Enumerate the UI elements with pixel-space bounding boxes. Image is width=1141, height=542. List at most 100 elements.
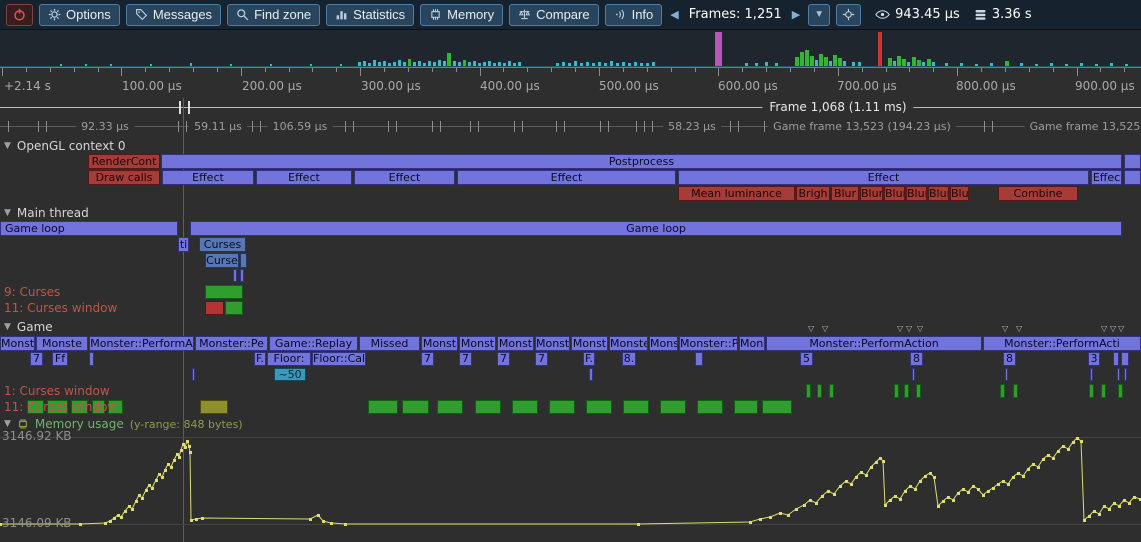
frame-separator-label[interactable]: Game frame 13,523 (194.23 µs) bbox=[768, 120, 956, 133]
lock-bar[interactable] bbox=[916, 384, 921, 398]
info-button[interactable]: Info bbox=[605, 4, 663, 26]
frame-separator-label[interactable]: 58.23 µs bbox=[663, 120, 721, 133]
zone-combine[interactable]: Combine bbox=[998, 186, 1078, 201]
zone-monster-performacti[interactable]: Monster::PerformActi bbox=[983, 336, 1141, 351]
lock-bar[interactable] bbox=[549, 400, 575, 414]
frame-separator-label[interactable]: 106.59 µs bbox=[268, 120, 333, 133]
zone-monster-performaction[interactable]: Monster::PerformAction bbox=[766, 336, 982, 351]
goto-frame-button[interactable] bbox=[836, 4, 861, 26]
message-marker-icon[interactable]: ▽ bbox=[897, 325, 903, 333]
lock-label-11-curses-window[interactable]: 11: Curses window bbox=[4, 400, 117, 414]
zone[interactable] bbox=[1117, 368, 1120, 381]
collapse-triangle-icon[interactable]: ▼ bbox=[4, 139, 11, 153]
zone-curses[interactable]: Curses bbox=[199, 237, 246, 252]
lock-bar[interactable] bbox=[1118, 384, 1123, 398]
zone[interactable] bbox=[1113, 352, 1119, 366]
zone[interactable] bbox=[89, 352, 94, 366]
zone-monst[interactable]: Monst bbox=[571, 336, 608, 351]
zone-7[interactable]: 7 bbox=[535, 352, 548, 366]
zone-effect[interactable]: Effect bbox=[678, 170, 1089, 185]
message-marker-icon[interactable]: ▽ bbox=[822, 325, 828, 333]
section-header-main-thread[interactable]: ▼Main thread bbox=[4, 206, 89, 220]
lock-bar[interactable] bbox=[586, 400, 612, 414]
zone-8[interactable]: 8 bbox=[910, 352, 923, 366]
zone-8[interactable]: 8. bbox=[622, 352, 636, 366]
zone-effec[interactable]: Effec bbox=[1091, 170, 1122, 185]
zone[interactable] bbox=[912, 368, 915, 381]
zone-blur[interactable]: Blur bbox=[950, 186, 969, 201]
frame-label[interactable]: Frame 1,068 (1.11 ms) bbox=[762, 100, 913, 114]
zone[interactable] bbox=[1124, 368, 1127, 381]
zone[interactable] bbox=[240, 269, 244, 282]
time-ruler[interactable]: +2.14 s100.00 µs200.00 µs300.00 µs400.00… bbox=[0, 67, 1141, 97]
zone-effect[interactable]: Effect bbox=[256, 170, 352, 185]
lock-bar[interactable] bbox=[762, 400, 792, 414]
zone-8[interactable]: 8 bbox=[1003, 352, 1016, 366]
frame-separator-label[interactable]: 92.33 µs bbox=[76, 120, 134, 133]
zone[interactable] bbox=[589, 368, 593, 381]
zone-f[interactable]: F. bbox=[254, 352, 266, 366]
section-header-game[interactable]: ▼Game bbox=[4, 320, 53, 334]
zone-effect[interactable]: Effect bbox=[162, 170, 254, 185]
message-marker-icon[interactable]: ▽ bbox=[1101, 325, 1107, 333]
lock-bar[interactable] bbox=[475, 400, 501, 414]
memory-button[interactable]: Memory bbox=[420, 4, 503, 26]
zone-game-loop[interactable]: Game loop bbox=[190, 221, 1122, 236]
message-marker-icon[interactable]: ▽ bbox=[1110, 325, 1116, 333]
zone-f[interactable]: F. bbox=[583, 352, 595, 366]
frame-dropdown-button[interactable]: ▼ bbox=[808, 4, 830, 26]
lock-bar[interactable] bbox=[894, 384, 899, 398]
lock-bar[interactable] bbox=[660, 400, 686, 414]
lock-bar[interactable] bbox=[205, 285, 243, 299]
zone-ti[interactable]: ti bbox=[178, 237, 189, 252]
lock-bar[interactable] bbox=[829, 384, 834, 398]
zone-monster-pe[interactable]: Monster::Pe bbox=[195, 336, 268, 351]
zone-effect[interactable]: Effect bbox=[354, 170, 455, 185]
zone[interactable] bbox=[240, 253, 247, 268]
zone[interactable] bbox=[1124, 154, 1141, 169]
zone[interactable] bbox=[233, 269, 237, 282]
lock-bar[interactable] bbox=[734, 400, 758, 414]
lock-bar[interactable] bbox=[623, 400, 649, 414]
message-marker-icon[interactable]: ▽ bbox=[808, 325, 814, 333]
lock-bar[interactable] bbox=[437, 400, 463, 414]
message-marker-icon[interactable]: ▽ bbox=[1002, 325, 1008, 333]
zone-mons[interactable]: Mons bbox=[649, 336, 678, 351]
messages-button[interactable]: Messages bbox=[126, 4, 221, 26]
zone-postprocess[interactable]: Postprocess bbox=[161, 154, 1122, 169]
zone-effect[interactable]: Effect bbox=[457, 170, 676, 185]
zone-blur[interactable]: Blur bbox=[906, 186, 927, 201]
lock-bar[interactable] bbox=[225, 301, 243, 315]
message-marker-icon[interactable]: ▽ bbox=[1118, 325, 1124, 333]
zone-missed[interactable]: Missed bbox=[359, 336, 420, 351]
zone-floor[interactable]: Floor: bbox=[267, 352, 311, 366]
collapse-triangle-icon[interactable]: ▼ bbox=[4, 320, 11, 334]
zone-game-loop[interactable]: Game loop bbox=[0, 221, 178, 236]
lock-bar[interactable] bbox=[200, 400, 228, 414]
zone-monste[interactable]: Monste bbox=[36, 336, 88, 351]
zone-monst[interactable]: Monst bbox=[497, 336, 534, 351]
zone-monste[interactable]: Monste bbox=[0, 336, 35, 351]
zone[interactable] bbox=[1124, 170, 1141, 185]
zone-monste[interactable]: Monste bbox=[609, 336, 648, 351]
zone[interactable] bbox=[695, 352, 703, 366]
zone-7[interactable]: 7 bbox=[30, 352, 43, 366]
zone-monst[interactable]: Monst bbox=[535, 336, 570, 351]
lock-label-9-curses[interactable]: 9: Curses bbox=[4, 285, 60, 299]
zone-rendercont[interactable]: RenderCont bbox=[88, 154, 160, 169]
zone-brigh[interactable]: Brigh bbox=[796, 186, 830, 201]
zone-blur[interactable]: Blur bbox=[928, 186, 949, 201]
zone-blur[interactable]: Blur bbox=[884, 186, 905, 201]
message-marker-icon[interactable]: ▽ bbox=[1016, 325, 1022, 333]
collapse-triangle-icon[interactable]: ▼ bbox=[4, 419, 11, 429]
zone-7[interactable]: 7 bbox=[497, 352, 510, 366]
collapse-triangle-icon[interactable]: ▼ bbox=[4, 206, 11, 220]
zone-mons[interactable]: Mons bbox=[739, 336, 765, 351]
lock-label-1-curses-window[interactable]: 1: Curses window bbox=[4, 384, 110, 398]
lock-bar[interactable] bbox=[806, 384, 811, 398]
lock-bar[interactable] bbox=[512, 400, 538, 414]
zone-game-replay[interactable]: Game::Replay bbox=[269, 336, 358, 351]
zone[interactable] bbox=[192, 368, 195, 381]
frame-bar[interactable]: Frame 1,068 (1.11 ms) bbox=[0, 98, 1141, 117]
zone-monst[interactable]: Monst bbox=[459, 336, 496, 351]
